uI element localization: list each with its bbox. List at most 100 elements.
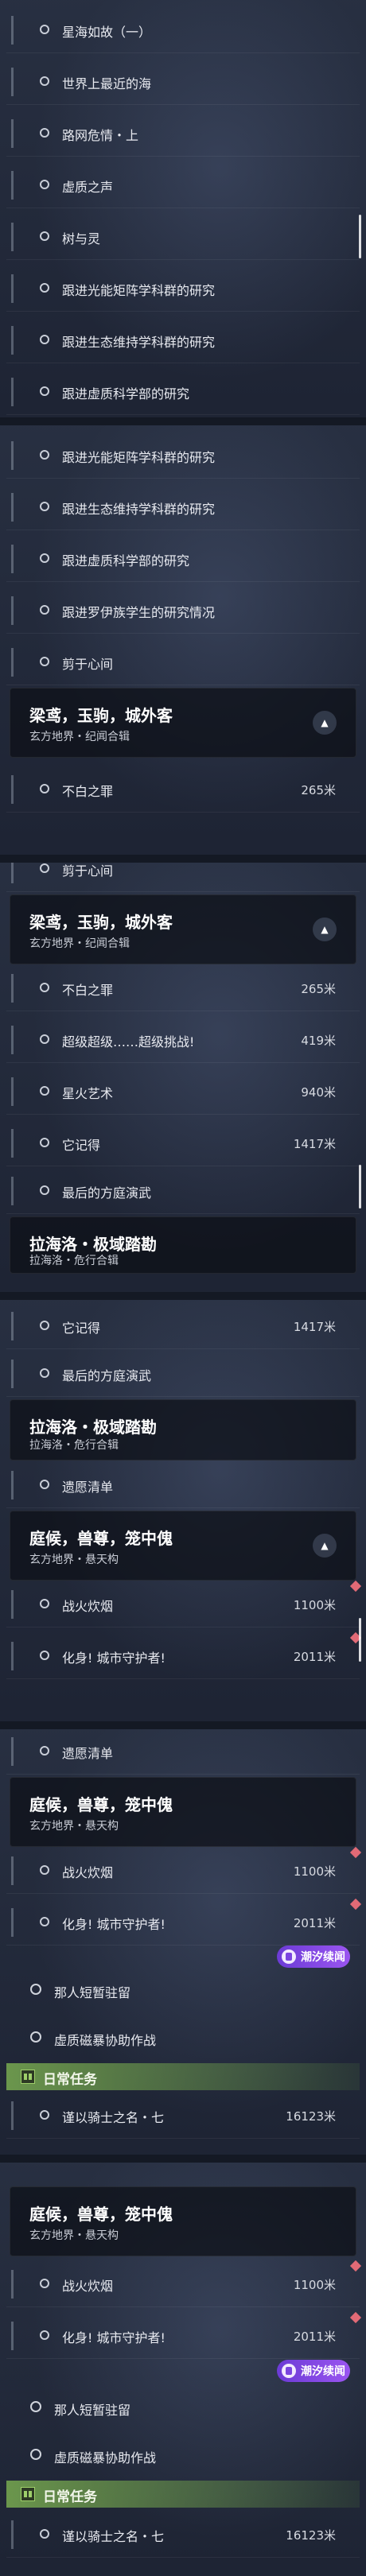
quest-circle-icon bbox=[40, 502, 49, 511]
quest-group-header[interactable]: 庭候，兽尊，笼中傀 玄方地界・悬天构 bbox=[10, 2186, 356, 2256]
quest-row[interactable]: 跟进生态维持学科群的研究 bbox=[6, 318, 360, 363]
quest-row[interactable]: 跟进罗伊族学生的研究情况 bbox=[6, 588, 360, 634]
quest-distance: 940米 bbox=[301, 1085, 336, 1100]
scrollbar[interactable] bbox=[359, 215, 361, 258]
quest-marker bbox=[11, 274, 14, 303]
quest-marker bbox=[11, 1077, 14, 1106]
quest-marker bbox=[11, 68, 14, 96]
quest-row[interactable]: 跟进虚质科学部的研究 bbox=[6, 370, 360, 415]
scrollbar[interactable] bbox=[359, 1618, 361, 1662]
quest-marker bbox=[11, 596, 14, 625]
quest-group-header[interactable]: 梁鸢，玉驹，城外客 玄方地界・纪闻合辑 ▲ bbox=[10, 688, 356, 758]
side-quest[interactable]: 虚质磁暴协助作战 bbox=[6, 2433, 360, 2477]
quest-row[interactable]: 剪于心间 bbox=[6, 640, 360, 685]
quest-row[interactable]: 不白之罪 265米 bbox=[6, 966, 360, 1011]
quest-row[interactable]: 战火炊烟 1100米 bbox=[6, 1846, 362, 1894]
tracked-gem-icon bbox=[349, 2260, 362, 2272]
side-quest-title: 那人短暂驻留 bbox=[54, 1985, 131, 2000]
group-title: 拉海洛・极域踏勘 bbox=[29, 1235, 157, 1254]
quest-title: 战火炊烟 bbox=[62, 2279, 114, 2294]
quest-marker bbox=[11, 1129, 14, 1158]
collapse-icon[interactable]: ▲ bbox=[313, 711, 337, 735]
daily-label: 日常任务 bbox=[43, 2072, 97, 2088]
quest-panel-5: 遗愿清单 庭候，兽尊，笼中傀 玄方地界・悬天构 战火炊烟 1100米 化身! 城市… bbox=[0, 1729, 366, 2155]
quest-row[interactable]: 剪于心间 bbox=[6, 863, 360, 892]
quest-group-header[interactable]: 庭候，兽尊，笼中傀 玄方地界・悬天构 ▲ bbox=[10, 1511, 356, 1581]
quest-row[interactable]: 树与灵 bbox=[6, 215, 360, 260]
daily-quests-header[interactable]: 日常任务 bbox=[6, 2063, 360, 2090]
collapse-icon[interactable]: ▲ bbox=[313, 1534, 337, 1558]
quest-row[interactable]: 最后的方庭演武 bbox=[6, 1169, 360, 1214]
quest-circle-icon bbox=[40, 283, 49, 293]
quest-group-header[interactable]: 拉海洛・极域踏勘 拉海洛・危行合辑 bbox=[10, 1216, 356, 1274]
quest-row[interactable]: 世界上最近的海 bbox=[6, 60, 360, 105]
quest-row[interactable]: 超级超级……超级挑战! 419米 bbox=[6, 1018, 360, 1063]
quest-group-header[interactable]: 梁鸢，玉驹，城外客 玄方地界・纪闻合辑 ▲ bbox=[10, 894, 356, 964]
quest-marker bbox=[11, 171, 14, 200]
quest-row[interactable]: 战火炊烟 1100米 bbox=[6, 2260, 362, 2307]
quest-row[interactable]: 星火艺术 940米 bbox=[6, 1069, 360, 1115]
side-quest[interactable]: 那人短暂驻留 bbox=[6, 2385, 360, 2430]
quest-circle-icon bbox=[40, 231, 49, 241]
quest-title: 战火炊烟 bbox=[62, 1599, 114, 1614]
quest-distance: 2011米 bbox=[293, 1650, 336, 1664]
quest-row[interactable]: 跟进光能矩阵学科群的研究 bbox=[6, 266, 360, 312]
quest-distance: 2011米 bbox=[293, 2330, 336, 2344]
daily-quests-header[interactable]: 日常任务 bbox=[6, 2481, 360, 2508]
quest-row[interactable]: 战火炊烟 1100米 bbox=[6, 1580, 362, 1627]
tide-icon bbox=[282, 1949, 296, 1964]
quest-row[interactable]: 最后的方庭演武 bbox=[6, 1352, 360, 1397]
quest-circle-icon bbox=[40, 76, 49, 86]
quest-circle-icon bbox=[40, 1034, 49, 1044]
quest-distance: 16123米 bbox=[286, 2528, 336, 2543]
side-quest-icon bbox=[30, 2031, 41, 2043]
tide-badge[interactable]: 潮汐续闻 bbox=[277, 1946, 350, 1968]
quest-panel-6: 庭候，兽尊，笼中傀 玄方地界・悬天构 战火炊烟 1100米 化身! 城市守护者! 2… bbox=[0, 2163, 366, 2576]
quest-row[interactable]: 它记得 1417米 bbox=[6, 1304, 360, 1349]
quest-marker bbox=[11, 1590, 14, 1619]
side-quest[interactable]: 虚质磁暴协助作战 bbox=[6, 2015, 360, 2060]
quest-distance: 265米 bbox=[301, 982, 336, 996]
quest-row[interactable]: 跟进虚质科学部的研究 bbox=[6, 537, 360, 582]
tracked-gem-icon bbox=[349, 2311, 362, 2324]
quest-group-header[interactable]: 拉海洛・极域踏勘 拉海洛・危行合辑 bbox=[10, 1399, 356, 1461]
quest-row[interactable]: 不白之罪 265米 bbox=[6, 767, 360, 813]
quest-group-header[interactable]: 庭候，兽尊，笼中傀 玄方地界・悬天构 bbox=[10, 1777, 356, 1847]
quest-panel-4: 它记得 1417米 最后的方庭演武 拉海洛・极域踏勘 拉海洛・危行合辑 遗愿清单 … bbox=[0, 1300, 366, 1721]
quest-row[interactable]: 遗愿清单 bbox=[6, 1463, 360, 1508]
quest-row[interactable]: 化身! 城市守护者! 2011米 bbox=[6, 1898, 362, 1946]
collapse-icon[interactable]: ▲ bbox=[313, 918, 337, 941]
quest-row[interactable]: 遗愿清单 bbox=[6, 1729, 360, 1775]
quest-title: 跟进虚质科学部的研究 bbox=[62, 553, 190, 568]
quest-row[interactable]: 它记得 1417米 bbox=[6, 1121, 360, 1166]
quest-title: 树与灵 bbox=[62, 231, 101, 246]
quest-distance: 265米 bbox=[301, 783, 336, 797]
side-quest[interactable]: 那人短暂驻留 bbox=[6, 1968, 360, 2012]
quest-circle-icon bbox=[40, 1138, 49, 1147]
quest-panel-2: 跟进光能矩阵学科群的研究 跟进生态维持学科群的研究 跟进虚质科学部的研究 跟进罗… bbox=[0, 425, 366, 855]
quest-marker bbox=[11, 648, 14, 677]
quest-row[interactable]: 谨以骑士之名・七 16123米 bbox=[6, 2093, 360, 2139]
quest-row[interactable]: 谨以骑士之名・七 16123米 bbox=[6, 2512, 360, 2558]
group-subtitle: 玄方地界・悬天构 bbox=[29, 2229, 119, 2242]
quest-row[interactable]: 路网危情・上 bbox=[6, 111, 360, 157]
quest-row[interactable]: 虚质之声 bbox=[6, 163, 360, 208]
quest-circle-icon bbox=[40, 1368, 49, 1378]
quest-row[interactable]: 星海如故（一） bbox=[6, 8, 360, 53]
quest-row[interactable]: 化身! 城市守护者! 2011米 bbox=[6, 1631, 362, 1679]
quest-circle-icon bbox=[40, 1480, 49, 1489]
quest-row[interactable]: 跟进生态维持学科群的研究 bbox=[6, 485, 360, 530]
quest-row[interactable]: 化身! 城市守护者! 2011米 bbox=[6, 2311, 362, 2359]
quest-row[interactable]: 跟进光能矩阵学科群的研究 bbox=[6, 433, 360, 479]
quest-panel-3: 剪于心间 梁鸢，玉驹，城外客 玄方地界・纪闻合辑 ▲ 不白之罪 265米 超级超级… bbox=[0, 863, 366, 1292]
tide-badge[interactable]: 潮汐续闻 bbox=[277, 2360, 350, 2382]
side-quest-icon bbox=[30, 1984, 41, 1995]
quest-circle-icon bbox=[40, 2330, 49, 2340]
quest-marker bbox=[11, 974, 14, 1003]
quest-title: 星火艺术 bbox=[62, 1086, 114, 1101]
quest-title: 跟进光能矩阵学科群的研究 bbox=[62, 450, 216, 465]
quest-marker bbox=[11, 16, 14, 45]
quest-title: 剪于心间 bbox=[62, 863, 114, 879]
quest-circle-icon bbox=[40, 863, 49, 873]
scrollbar[interactable] bbox=[359, 1165, 361, 1208]
